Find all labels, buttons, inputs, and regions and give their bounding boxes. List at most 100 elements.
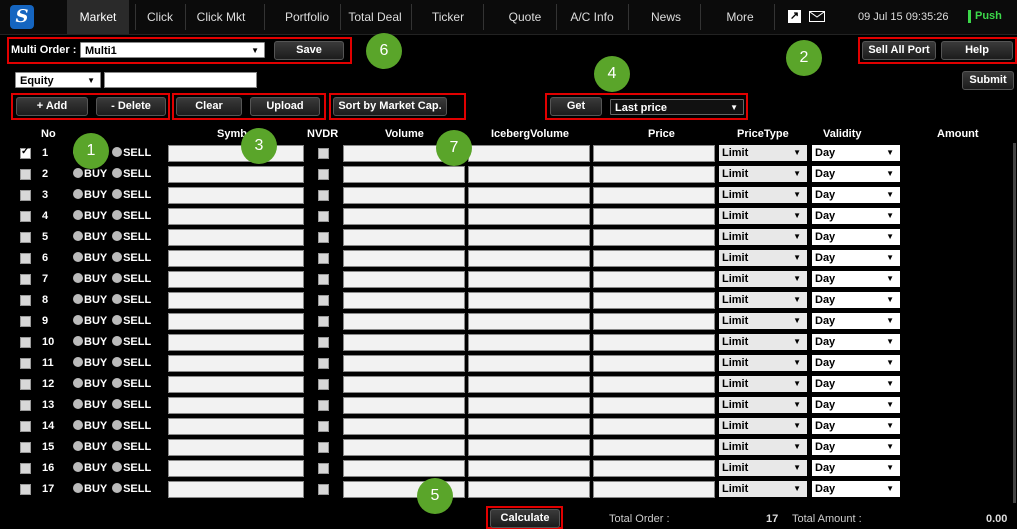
tab-market[interactable]: Market — [67, 0, 129, 34]
symbol-input[interactable] — [168, 334, 304, 351]
price-input[interactable] — [593, 355, 715, 372]
symbol-input[interactable] — [168, 187, 304, 204]
filter-input[interactable] — [104, 72, 257, 88]
volume-input[interactable] — [343, 355, 465, 372]
buy-radio[interactable] — [73, 189, 83, 199]
save-button[interactable]: Save — [274, 41, 344, 60]
row-select-checkbox[interactable] — [20, 463, 31, 474]
validity-select[interactable]: Day ▼ — [812, 292, 900, 308]
row-select-checkbox[interactable] — [20, 358, 31, 369]
price-input[interactable] — [593, 418, 715, 435]
buy-radio[interactable] — [73, 441, 83, 451]
row-select-checkbox[interactable] — [20, 253, 31, 264]
row-select-checkbox[interactable] — [20, 190, 31, 201]
symbol-input[interactable] — [168, 481, 304, 498]
price-input[interactable] — [593, 460, 715, 477]
volume-input[interactable] — [343, 208, 465, 225]
buy-radio[interactable] — [73, 378, 83, 388]
price-type-select[interactable]: Limit ▼ — [719, 292, 807, 308]
volume-input[interactable] — [343, 418, 465, 435]
volume-input[interactable] — [343, 460, 465, 477]
iceberg-volume-input[interactable] — [468, 145, 590, 162]
iceberg-volume-input[interactable] — [468, 208, 590, 225]
sell-radio[interactable] — [112, 399, 123, 409]
nvdr-checkbox[interactable] — [318, 358, 329, 369]
row-select-checkbox[interactable] — [20, 484, 31, 495]
sell-radio[interactable] — [112, 462, 123, 472]
nvdr-checkbox[interactable] — [318, 337, 329, 348]
symbol-input[interactable] — [168, 145, 304, 162]
validity-select[interactable]: Day ▼ — [812, 145, 900, 161]
price-input[interactable] — [593, 439, 715, 456]
price-input[interactable] — [593, 481, 715, 498]
iceberg-volume-input[interactable] — [468, 250, 590, 267]
nvdr-checkbox[interactable] — [318, 484, 329, 495]
tab-ac-info[interactable]: A/C Info — [563, 0, 621, 34]
iceberg-volume-input[interactable] — [468, 355, 590, 372]
price-input[interactable] — [593, 292, 715, 309]
iceberg-volume-input[interactable] — [468, 376, 590, 393]
nvdr-checkbox[interactable] — [318, 421, 329, 432]
validity-select[interactable]: Day ▼ — [812, 208, 900, 224]
add-button[interactable]: + Add — [16, 97, 88, 116]
submit-button[interactable]: Submit — [962, 71, 1014, 90]
volume-input[interactable] — [343, 313, 465, 330]
price-input[interactable] — [593, 229, 715, 246]
validity-select[interactable]: Day ▼ — [812, 313, 900, 329]
upload-button[interactable]: Upload — [250, 97, 320, 116]
price-input[interactable] — [593, 397, 715, 414]
calculate-button[interactable]: Calculate — [490, 509, 560, 528]
price-input[interactable] — [593, 250, 715, 267]
sell-radio[interactable] — [112, 420, 123, 430]
symbol-input[interactable] — [168, 166, 304, 183]
nvdr-checkbox[interactable] — [318, 463, 329, 474]
tab-quote[interactable]: Quote — [502, 0, 548, 34]
tab-click-mkt[interactable]: Click Mkt — [188, 0, 254, 34]
nvdr-checkbox[interactable] — [318, 190, 329, 201]
table-scrollbar[interactable] — [1013, 143, 1016, 503]
symbol-input[interactable] — [168, 271, 304, 288]
price-input[interactable] — [593, 313, 715, 330]
get-button[interactable]: Get — [550, 97, 602, 116]
sell-radio[interactable] — [112, 357, 123, 367]
iceberg-volume-input[interactable] — [468, 460, 590, 477]
symbol-input[interactable] — [168, 397, 304, 414]
row-select-checkbox[interactable] — [20, 295, 31, 306]
price-source-select[interactable]: Last price ▼ — [610, 99, 744, 115]
price-input[interactable] — [593, 376, 715, 393]
price-input[interactable] — [593, 187, 715, 204]
price-type-select[interactable]: Limit ▼ — [719, 145, 807, 161]
volume-input[interactable] — [343, 250, 465, 267]
volume-input[interactable] — [343, 187, 465, 204]
sell-radio[interactable] — [112, 336, 123, 346]
row-select-checkbox[interactable] — [20, 442, 31, 453]
sell-radio[interactable] — [112, 168, 123, 178]
validity-select[interactable]: Day ▼ — [812, 439, 900, 455]
buy-radio[interactable] — [73, 294, 83, 304]
buy-radio[interactable] — [73, 168, 83, 178]
price-type-select[interactable]: Limit ▼ — [719, 481, 807, 497]
nvdr-checkbox[interactable] — [318, 295, 329, 306]
volume-input[interactable] — [343, 166, 465, 183]
iceberg-volume-input[interactable] — [468, 418, 590, 435]
price-type-select[interactable]: Limit ▼ — [719, 376, 807, 392]
price-type-select[interactable]: Limit ▼ — [719, 208, 807, 224]
buy-radio[interactable] — [73, 252, 83, 262]
tab-click[interactable]: Click — [140, 0, 180, 34]
symbol-input[interactable] — [168, 376, 304, 393]
buy-radio[interactable] — [73, 231, 83, 241]
buy-radio[interactable] — [73, 399, 83, 409]
iceberg-volume-input[interactable] — [468, 313, 590, 330]
sell-radio[interactable] — [112, 315, 123, 325]
clear-button[interactable]: Clear — [176, 97, 242, 116]
volume-input[interactable] — [343, 229, 465, 246]
validity-select[interactable]: Day ▼ — [812, 250, 900, 266]
sell-radio[interactable] — [112, 231, 123, 241]
buy-radio[interactable] — [73, 357, 83, 367]
price-type-select[interactable]: Limit ▼ — [719, 460, 807, 476]
price-input[interactable] — [593, 334, 715, 351]
buy-radio[interactable] — [73, 210, 83, 220]
iceberg-volume-input[interactable] — [468, 334, 590, 351]
nvdr-checkbox[interactable] — [318, 442, 329, 453]
symbol-input[interactable] — [168, 355, 304, 372]
